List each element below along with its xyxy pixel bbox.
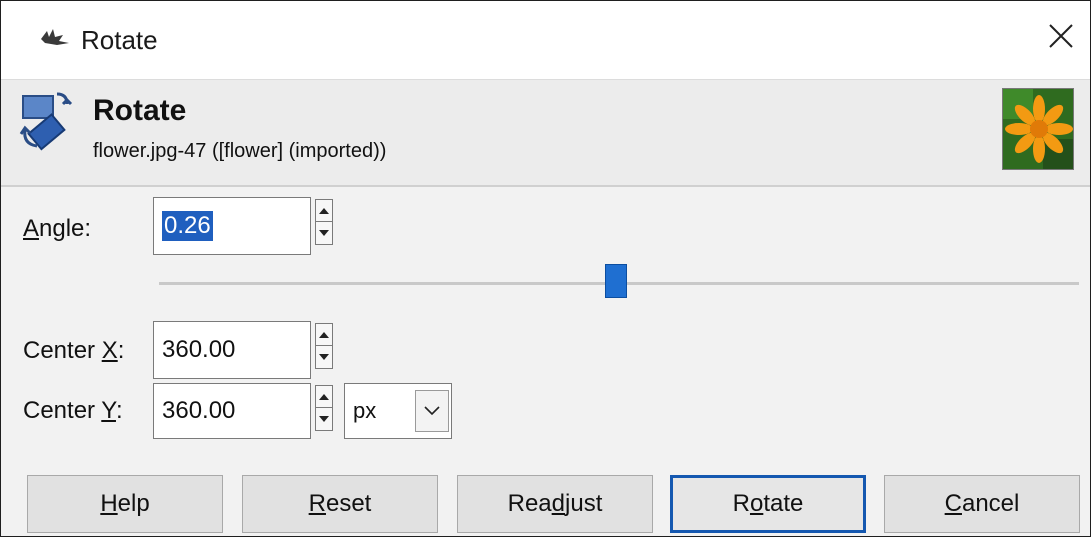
center-y-value: 360.00 — [162, 397, 236, 424]
rotate-tool-icon — [19, 92, 73, 151]
spin-down-icon[interactable] — [316, 222, 332, 244]
window-title: Rotate — [81, 25, 158, 55]
spin-up-icon[interactable] — [316, 200, 332, 222]
center-x-label: Center X: — [23, 337, 124, 365]
angle-input[interactable]: 0.26 — [153, 197, 311, 255]
center-y-label-key: Y — [101, 397, 116, 424]
reset-button-rest: eset — [325, 490, 372, 517]
image-thumbnail — [1002, 88, 1074, 170]
help-button[interactable]: Help — [27, 475, 223, 533]
readjust-button-key: d — [551, 490, 566, 517]
cancel-button-rest: ancel — [961, 490, 1020, 517]
center-x-spinner[interactable] — [315, 323, 333, 369]
help-button-key: H — [100, 490, 118, 517]
center-y-label-pre: Center — [23, 397, 102, 424]
rotate-button[interactable]: Ro tate — [670, 475, 866, 533]
reset-button[interactable]: Reset — [242, 475, 438, 533]
center-y-input[interactable]: 360.00 — [153, 383, 311, 439]
unit-select[interactable]: px — [344, 383, 452, 439]
spin-up-icon[interactable] — [316, 386, 332, 408]
angle-spinner[interactable] — [315, 199, 333, 245]
readjust-button-rest: just — [565, 490, 603, 517]
angle-label: Angle: — [23, 215, 91, 243]
close-icon — [1049, 24, 1073, 48]
spin-up-icon[interactable] — [316, 324, 332, 346]
chevron-down-icon — [424, 406, 440, 416]
rotate-button-pre: R — [732, 490, 750, 517]
rotate-button-rest: tate — [763, 490, 804, 517]
center-x-input[interactable]: 360.00 — [153, 321, 311, 379]
center-y-label: Center Y: — [23, 397, 123, 425]
spin-down-icon[interactable] — [316, 346, 332, 368]
image-name: flower.jpg-47 ([flower] (imported)) — [93, 140, 387, 162]
center-y-spinner[interactable] — [315, 385, 333, 431]
unit-dropdown-button[interactable] — [415, 390, 449, 432]
rotate-button-key: o — [749, 490, 764, 517]
center-y-label-post: : — [115, 397, 123, 424]
readjust-button[interactable]: Rea d just — [457, 475, 653, 533]
help-button-rest: elp — [117, 490, 150, 517]
cancel-button[interactable]: Cancel — [884, 475, 1080, 533]
angle-label-key: A — [23, 215, 40, 242]
gimp-icon — [41, 29, 69, 45]
angle-label-rest: ngle: — [39, 215, 92, 242]
angle-value: 0.26 — [162, 211, 213, 241]
angle-slider-handle[interactable] — [605, 264, 627, 298]
reset-button-key: R — [308, 490, 326, 517]
cancel-button-key: C — [944, 490, 962, 517]
unit-value: px — [353, 398, 377, 423]
close-button[interactable] — [1032, 11, 1090, 61]
readjust-button-pre: Rea — [507, 490, 552, 517]
spin-down-icon[interactable] — [316, 408, 332, 430]
center-x-label-post: : — [117, 337, 125, 364]
dialog-heading: Rotate — [93, 94, 187, 127]
center-x-label-pre: Center — [23, 337, 102, 364]
title-bar: Rotate — [1, 1, 1090, 79]
center-x-value: 360.00 — [162, 336, 236, 363]
center-x-label-key: X — [101, 337, 118, 364]
rotate-dialog: Rotate Rotate flower.jpg-47 ([flower] (i… — [0, 0, 1091, 537]
dialog-header: Rotate flower.jpg-47 ([flower] (imported… — [1, 79, 1090, 187]
